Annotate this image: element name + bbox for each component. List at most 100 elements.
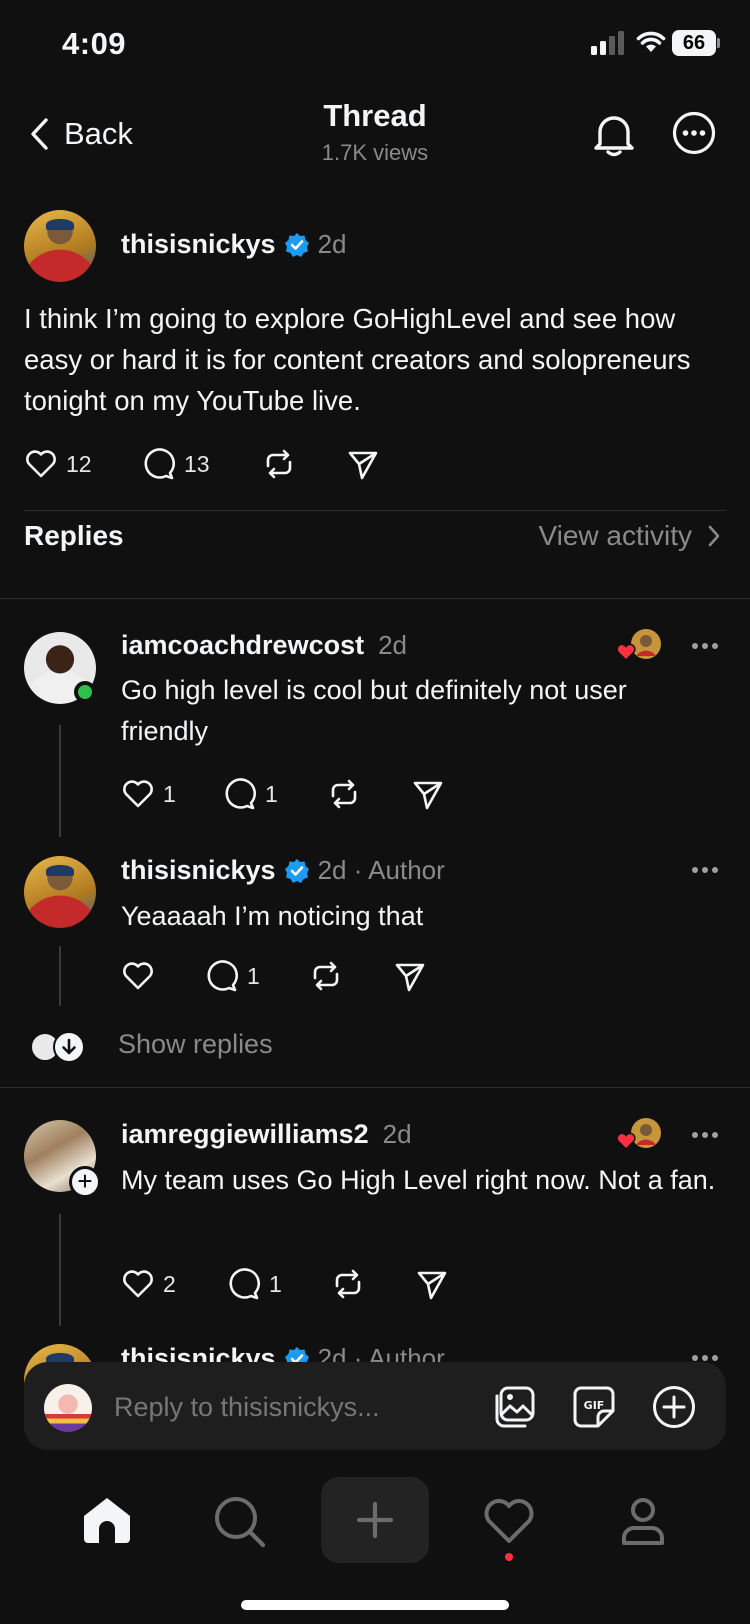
like-count: 1 — [163, 780, 176, 807]
avatar[interactable] — [24, 210, 96, 282]
repost-button[interactable] — [262, 447, 346, 481]
repost-icon — [331, 779, 357, 809]
verified-badge-icon — [284, 858, 309, 883]
replies-heading: Replies — [24, 520, 124, 551]
reply-text: Yeaaaah I’m noticing that — [121, 901, 424, 931]
online-indicator — [74, 681, 96, 703]
like-count: 2 — [163, 1270, 176, 1297]
comment-icon — [144, 448, 175, 480]
reply-actions: 2 1 — [121, 1264, 449, 1304]
search-icon[interactable] — [212, 1494, 268, 1550]
like-button[interactable] — [121, 959, 205, 993]
reply-text: Go high level is cool but definitely not… — [121, 675, 627, 746]
repost-icon — [335, 1269, 361, 1299]
battery-tip — [717, 38, 720, 48]
repost-button[interactable] — [327, 777, 411, 811]
wifi-icon — [636, 31, 666, 52]
arrow-down-circle-icon — [53, 1031, 85, 1063]
home-icon[interactable] — [79, 1492, 135, 1548]
comment-button[interactable]: 1 — [223, 777, 327, 811]
share-button[interactable] — [415, 1267, 449, 1301]
divider — [24, 510, 726, 511]
my-avatar — [44, 1384, 92, 1432]
profile-icon[interactable] — [615, 1493, 671, 1549]
comment-count: 1 — [269, 1270, 282, 1297]
username: thisisnickys — [121, 855, 276, 885]
verified-badge-icon — [284, 232, 309, 257]
show-replies-avatars[interactable] — [30, 1030, 92, 1064]
username: thisisnickys — [121, 229, 276, 259]
post-author[interactable]: thisisnickys 2d — [121, 229, 347, 260]
heart-icon — [123, 1270, 153, 1298]
reply-time: 2d — [382, 1119, 412, 1149]
divider — [0, 598, 750, 599]
reply-author[interactable]: iamreggiewilliams2 2d — [121, 1119, 412, 1150]
reply-time: 2d — [378, 630, 408, 660]
username: iamcoachdrewcost — [121, 630, 365, 660]
comment-icon — [225, 778, 256, 810]
follow-plus-icon[interactable]: + — [69, 1166, 101, 1198]
plus-circle-icon[interactable] — [652, 1385, 696, 1429]
view-activity-label: View activity — [538, 520, 692, 551]
view-count: 1.7K views — [321, 140, 429, 165]
reply-actions: 1 1 — [121, 774, 445, 814]
heart-icon — [123, 962, 153, 990]
more-dots-icon[interactable] — [690, 864, 720, 876]
like-button[interactable]: 1 — [121, 777, 223, 811]
plus-icon — [356, 1501, 394, 1539]
image-icon[interactable] — [492, 1385, 536, 1429]
avatar[interactable] — [24, 856, 96, 928]
share-icon — [413, 781, 443, 810]
post-actions: 12 13 — [24, 444, 380, 484]
repost-button[interactable] — [309, 959, 393, 993]
like-button[interactable]: 2 — [121, 1267, 227, 1301]
show-replies-button[interactable]: Show replies — [118, 1029, 273, 1060]
reply-actions: 1 — [121, 956, 427, 996]
comment-button[interactable]: 1 — [205, 959, 309, 993]
page-title: Thread — [323, 98, 427, 133]
battery-level: 66 — [672, 30, 716, 56]
share-button[interactable] — [411, 777, 445, 811]
like-button[interactable]: 12 — [24, 447, 142, 481]
reply-time: 2d · Author — [317, 855, 445, 885]
status-time: 4:09 — [62, 26, 127, 61]
gif-icon[interactable]: GIF — [572, 1385, 616, 1429]
like-count: 12 — [66, 450, 92, 477]
repost-icon — [313, 961, 339, 991]
comment-count: 1 — [247, 962, 260, 989]
home-indicator — [241, 1600, 509, 1610]
more-dots-icon[interactable] — [690, 640, 720, 652]
view-activity-link[interactable]: View activity — [538, 520, 720, 552]
reply-author[interactable]: iamcoachdrewcost 2d — [121, 630, 407, 661]
thread-line — [59, 1214, 61, 1326]
reply-text: My team uses Go High Level right now. No… — [121, 1165, 716, 1195]
divider — [0, 1087, 750, 1088]
activity-heart-icon[interactable] — [481, 1493, 537, 1549]
share-button[interactable] — [346, 447, 380, 481]
comment-count: 1 — [265, 780, 278, 807]
post-time: 2d — [317, 229, 347, 259]
more-dots-icon[interactable] — [690, 1129, 720, 1141]
repost-button[interactable] — [331, 1267, 415, 1301]
share-icon — [348, 451, 378, 480]
comment-button[interactable]: 1 — [227, 1267, 331, 1301]
comment-count: 13 — [184, 450, 210, 477]
share-button[interactable] — [393, 959, 427, 993]
more-circle-icon[interactable] — [672, 111, 716, 155]
author-liked-icon — [616, 1118, 661, 1151]
reply-author[interactable]: thisisnickys 2d · Author — [121, 855, 445, 886]
repost-icon — [266, 449, 292, 479]
thread-line — [59, 725, 61, 837]
heart-icon — [26, 450, 56, 478]
share-icon — [395, 963, 425, 992]
chevron-right-icon — [708, 525, 720, 547]
share-icon — [417, 1271, 447, 1300]
svg-text:GIF: GIF — [584, 1399, 605, 1412]
comment-icon — [207, 960, 238, 992]
comment-button[interactable]: 13 — [142, 447, 262, 481]
reply-input[interactable]: Reply to thisisnickys... — [114, 1392, 380, 1423]
heart-icon — [123, 780, 153, 808]
author-liked-icon — [616, 629, 661, 662]
post-text: I think I’m going to explore GoHighLevel… — [24, 303, 691, 416]
bell-icon[interactable] — [592, 110, 636, 158]
